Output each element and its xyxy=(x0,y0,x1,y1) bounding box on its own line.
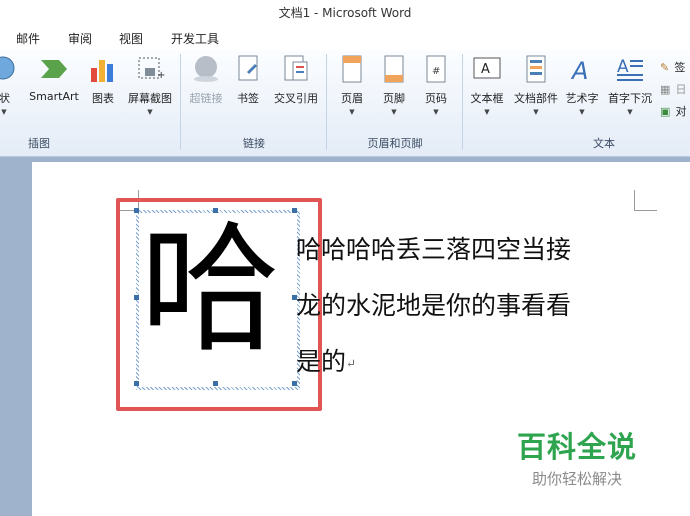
text-box-label: 文本框 xyxy=(470,92,504,105)
signature-line-button[interactable]: ✎ 签 xyxy=(660,56,685,74)
page-number-button[interactable]: # 页码 ▼ xyxy=(418,54,454,126)
window-title: 文档1 - Microsoft Word xyxy=(0,0,690,26)
group-links-label: 链接 xyxy=(243,137,265,150)
ribbon: 形状 ▼ SmartArt 图表 + 屏幕截图 ▼ 插图 超链接 书签 xyxy=(0,50,690,157)
highlight-box xyxy=(116,198,322,411)
group-text-label: 文本 xyxy=(593,137,615,150)
signature-label: 签 xyxy=(674,61,686,74)
group-divider xyxy=(326,54,327,150)
wordart-icon: A xyxy=(567,54,597,85)
calendar-icon: ▦ xyxy=(660,83,671,96)
drop-cap-label: 首字下沉 xyxy=(608,92,652,105)
signature-icon: ✎ xyxy=(660,61,670,74)
screenshot-button[interactable]: + 屏幕截图 ▼ xyxy=(124,54,176,126)
chevron-down-icon: ▼ xyxy=(579,108,585,116)
text-line-last: 是的↵ xyxy=(296,334,646,392)
chevron-down-icon: ▼ xyxy=(484,108,490,116)
bookmark-button[interactable]: 书签 xyxy=(232,54,264,126)
drop-cap-icon: A xyxy=(615,54,645,84)
header-icon xyxy=(337,54,367,84)
hyperlink-button[interactable]: 超链接 xyxy=(186,54,226,126)
watermark-subtitle: 助你轻松解决 xyxy=(531,470,622,488)
menu-mailings[interactable]: 邮件 xyxy=(16,30,40,47)
screenshot-label: 屏幕截图 xyxy=(128,92,172,105)
text-line: 哈哈哈哈丢三落四空当接 xyxy=(296,235,572,264)
group-illustrations-label: 插图 xyxy=(28,137,50,150)
smartart-button[interactable]: SmartArt xyxy=(26,54,82,126)
cross-reference-label: 交叉引用 xyxy=(274,92,318,105)
chevron-down-icon: ▼ xyxy=(627,108,633,116)
screenshot-icon: + xyxy=(135,54,165,84)
footer-button[interactable]: 页脚 ▼ xyxy=(376,54,412,126)
page-number-label: 页码 xyxy=(425,92,447,105)
text-line: 龙的水泥地是你的事看看 xyxy=(296,291,572,320)
drop-cap-button[interactable]: A 首字下沉 ▼ xyxy=(604,54,656,126)
chevron-down-icon: ▼ xyxy=(391,108,397,116)
svg-text:#: # xyxy=(432,66,440,77)
shapes-icon xyxy=(0,54,19,84)
hyperlink-icon xyxy=(191,54,221,84)
object-icon: ▣ xyxy=(660,105,671,118)
chevron-down-icon: ▼ xyxy=(349,108,355,116)
shapes-button[interactable]: 形状 ▼ xyxy=(0,54,20,126)
chart-label: 图表 xyxy=(92,92,114,105)
watermark-title: 百科全说 xyxy=(516,430,637,464)
paragraph-text[interactable]: 哈哈哈哈丢三落四空当接 龙的水泥地是你的事看看 是的↵ xyxy=(296,222,646,392)
footer-label: 页脚 xyxy=(383,92,405,105)
chevron-down-icon: ▼ xyxy=(433,108,439,116)
cross-reference-button[interactable]: 交叉引用 xyxy=(270,54,322,126)
group-divider xyxy=(180,54,181,150)
svg-text:A: A xyxy=(481,62,490,77)
cross-reference-icon xyxy=(281,54,311,84)
group-header-footer-label: 页眉和页脚 xyxy=(367,137,423,150)
footer-icon xyxy=(379,54,409,84)
chevron-down-icon: ▼ xyxy=(1,108,7,116)
chart-button[interactable]: 图表 xyxy=(86,54,120,126)
quick-parts-label: 文档部件 xyxy=(514,92,558,105)
menu-developer[interactable]: 开发工具 xyxy=(171,30,219,47)
header-label: 页眉 xyxy=(341,92,363,105)
menu-bar: 邮件 审阅 视图 开发工具 xyxy=(0,26,690,50)
header-button[interactable]: 页眉 ▼ xyxy=(334,54,370,126)
wordart-label: 艺术字 xyxy=(565,92,599,105)
object-label: 对 xyxy=(675,105,687,118)
text-line: 是的 xyxy=(296,347,347,376)
wordart-button[interactable]: A 艺术字 ▼ xyxy=(562,54,602,126)
hyperlink-label: 超链接 xyxy=(189,92,223,105)
paragraph-mark-icon: ↵ xyxy=(346,356,357,371)
text-box-icon: A xyxy=(472,54,502,84)
quick-parts-icon xyxy=(521,54,551,84)
svg-text:A: A xyxy=(570,57,588,84)
bookmark-label: 书签 xyxy=(237,92,259,105)
page-number-icon: # xyxy=(421,54,451,84)
chevron-down-icon: ▼ xyxy=(533,108,539,116)
menu-review[interactable]: 审阅 xyxy=(68,30,92,47)
bookmark-icon xyxy=(233,54,263,84)
svg-text:+: + xyxy=(157,70,165,81)
shapes-label: 形状 xyxy=(0,92,10,105)
date-time-button[interactable]: ▦ 日 xyxy=(660,78,687,96)
chevron-down-icon: ▼ xyxy=(147,108,153,116)
quick-parts-button[interactable]: 文档部件 ▼ xyxy=(510,54,562,126)
text-box-button[interactable]: A 文本框 ▼ xyxy=(466,54,508,126)
date-time-label: 日 xyxy=(675,83,687,96)
watermark-logo: 百科全说 助你轻松解决 xyxy=(512,424,642,489)
margin-corner-top-right xyxy=(634,190,657,211)
menu-view[interactable]: 视图 xyxy=(119,30,143,47)
chart-icon xyxy=(88,54,118,84)
object-button[interactable]: ▣ 对 xyxy=(660,100,687,118)
group-divider xyxy=(462,54,463,150)
smartart-label: SmartArt xyxy=(29,90,79,103)
smartart-icon xyxy=(39,54,69,84)
